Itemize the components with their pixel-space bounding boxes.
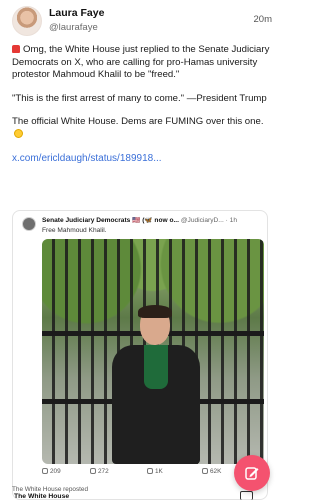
embed-avatar	[22, 217, 36, 231]
author-handle[interactable]: @laurafaye	[49, 22, 98, 33]
photo-person	[108, 305, 204, 464]
like-count: 1K	[155, 468, 163, 475]
compose-button[interactable]	[234, 455, 270, 491]
post-body: Omg, the White House just replied to the…	[12, 44, 274, 176]
like-action[interactable]: 1K	[147, 468, 163, 475]
post-paragraph-3: The official White House. Dems are FUMIN…	[12, 116, 264, 128]
embedded-tweet[interactable]: Senate Judiciary Democrats 🇺🇸 (🦋 now o..…	[12, 210, 268, 500]
next-author-name[interactable]: The White House	[14, 493, 69, 500]
share-icon[interactable]	[240, 491, 253, 500]
embed-author-handle: @JudiciaryD...	[180, 217, 224, 224]
views-count: 62K	[210, 468, 222, 475]
reposted-by-label: The White House reposted	[12, 486, 89, 493]
author-avatar[interactable]	[12, 6, 42, 36]
reply-count: 209	[50, 468, 61, 475]
post-link[interactable]: x.com/ericldaugh/status/189918...	[12, 153, 274, 166]
reply-icon	[42, 468, 48, 474]
repost-icon	[90, 468, 96, 474]
repost-count: 272	[98, 468, 109, 475]
heart-icon	[147, 468, 153, 474]
embed-text: Free Mahmoud Khalil.	[42, 227, 107, 234]
embed-time: · 1h	[225, 217, 238, 224]
embed-actions: 209 272 1K 62K	[42, 468, 264, 480]
embed-header: Senate Judiciary Democrats 🇺🇸 (🦋 now o..…	[42, 216, 264, 224]
repost-action[interactable]: 272	[90, 468, 109, 475]
feed-post: Laura Faye @laurafaye 20m Omg, the White…	[0, 0, 282, 500]
post-paragraph-1: Omg, the White House just replied to the…	[12, 44, 270, 81]
compose-icon	[245, 467, 259, 480]
embed-photo[interactable]	[42, 239, 264, 464]
author-name[interactable]: Laura Faye	[49, 7, 104, 19]
views-icon	[202, 468, 208, 474]
post-paragraph-2: "This is the first arrest of many to com…	[12, 92, 267, 104]
reply-action[interactable]: 209	[42, 468, 61, 475]
laughing-emoji-icon	[14, 128, 23, 138]
views-action[interactable]: 62K	[202, 468, 221, 475]
police-light-icon	[12, 45, 20, 53]
photo-hair	[138, 305, 172, 318]
photo-shirt	[144, 345, 168, 389]
post-time: 20m	[253, 14, 272, 25]
post-header: Laura Faye @laurafaye 20m	[8, 6, 274, 38]
embed-author-name: Senate Judiciary Democrats 🇺🇸 (🦋 now o..…	[42, 217, 179, 224]
